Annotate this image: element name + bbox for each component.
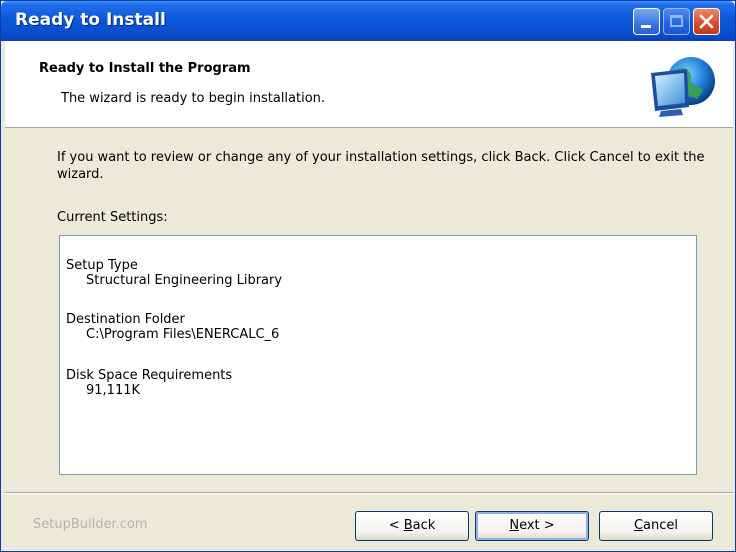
close-icon [699, 14, 714, 29]
installer-window: Ready to Install Ready to Install the Pr… [0, 0, 736, 552]
window-title: Ready to Install [15, 10, 166, 30]
cancel-button[interactable]: Cancel [599, 511, 713, 541]
setting-value: Structural Engineering Library [86, 273, 283, 288]
setting-value: 91,111K [86, 383, 141, 398]
setting-disk-space: Disk Space Requirements 91,111K [66, 368, 232, 398]
maximize-button [663, 8, 690, 35]
title-bar[interactable]: Ready to Install [1, 1, 735, 41]
monitor-globe-icon [651, 57, 715, 117]
cancel-mnemonic: C [633, 518, 644, 533]
close-button[interactable] [693, 8, 720, 35]
next-button[interactable]: Next > [475, 511, 589, 541]
setting-setup-type: Setup Type Structural Engineering Librar… [66, 258, 282, 288]
next-label: ext > [519, 518, 555, 533]
setting-destination-folder: Destination Folder C:\Program Files\ENER… [66, 312, 279, 342]
minimize-button[interactable] [633, 8, 660, 35]
back-button[interactable]: < Back [355, 511, 469, 541]
current-settings-label: Current Settings: [57, 210, 168, 225]
footer-divider [5, 492, 733, 494]
setting-value: C:\Program Files\ENERCALC_6 [86, 327, 280, 342]
setting-label: Setup Type [66, 258, 138, 273]
wizard-header: Ready to Install the Program The wizard … [5, 41, 733, 128]
back-prefix: < [388, 518, 404, 533]
page-subtitle: The wizard is ready to begin installatio… [61, 91, 326, 106]
page-title: Ready to Install the Program [39, 61, 251, 76]
back-label: ack [412, 518, 436, 533]
setting-label: Destination Folder [66, 312, 185, 327]
cancel-label: ancel [643, 518, 679, 533]
maximize-icon [670, 15, 683, 27]
brand-text: SetupBuilder.com [33, 517, 148, 532]
back-mnemonic: B [403, 518, 413, 533]
settings-summary-box[interactable]: Setup Type Structural Engineering Librar… [59, 235, 697, 475]
intro-text: If you want to review or change any of y… [57, 150, 705, 182]
next-mnemonic: N [509, 518, 520, 533]
setting-label: Disk Space Requirements [66, 368, 233, 383]
minimize-icon [641, 25, 651, 28]
wizard-body: If you want to review or change any of y… [5, 128, 733, 492]
